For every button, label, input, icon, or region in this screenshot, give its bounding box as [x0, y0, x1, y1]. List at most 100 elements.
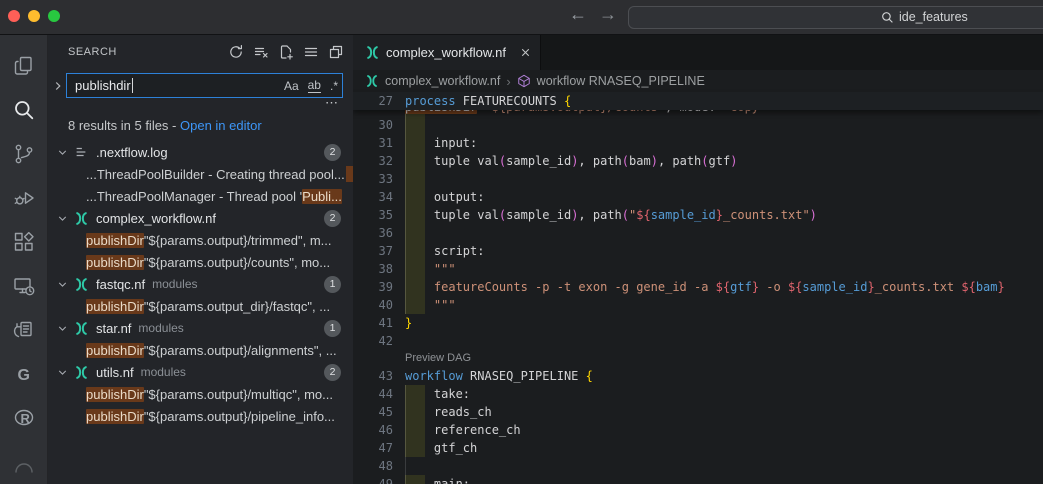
- search-result-match-row[interactable]: publishDir "${params.output_dir}/fastqc"…: [48, 295, 353, 317]
- search-result-match-row[interactable]: publishDir "${params.output}/pipeline_in…: [48, 405, 353, 427]
- code-line[interactable]: 48: [353, 457, 1043, 475]
- close-window-button[interactable]: [8, 10, 20, 22]
- code-line[interactable]: 33: [353, 170, 1043, 188]
- code-line[interactable]: 37 script:: [353, 242, 1043, 260]
- line-number[interactable]: 34: [353, 188, 393, 206]
- line-number[interactable]: 45: [353, 403, 393, 421]
- line-number[interactable]: 43: [353, 367, 393, 385]
- clear-search-results-icon[interactable]: [252, 43, 270, 61]
- command-center-search[interactable]: ide_features: [628, 6, 1043, 29]
- line-number[interactable]: 31: [353, 134, 393, 152]
- line-number[interactable]: 42: [353, 332, 393, 350]
- code-line[interactable]: 38 """: [353, 260, 1043, 278]
- code-line[interactable]: 44 take:: [353, 385, 1043, 403]
- code-line[interactable]: 39 featureCounts -p -t exon -g gene_id -…: [353, 278, 1043, 296]
- search-result-file-row[interactable]: utils.nfmodules2: [48, 361, 353, 383]
- toggle-search-details-button[interactable]: ⋯: [325, 98, 339, 112]
- tab-complex-workflow[interactable]: complex_workflow.nf: [353, 35, 541, 70]
- minimize-window-button[interactable]: [28, 10, 40, 22]
- r-language-icon[interactable]: R: [0, 396, 48, 440]
- code-line[interactable]: 42: [353, 332, 1043, 350]
- code-line[interactable]: 32 tuple val(sample_id), path(bam), path…: [353, 152, 1043, 170]
- code-line[interactable]: 49 main:: [353, 475, 1043, 484]
- view-as-list-icon[interactable]: [302, 43, 320, 61]
- line-number[interactable]: 47: [353, 439, 393, 457]
- code-line[interactable]: 45 reads_ch: [353, 403, 1043, 421]
- nextflow-icon: [74, 365, 89, 380]
- line-number[interactable]: 37: [353, 242, 393, 260]
- close-tab-icon[interactable]: [519, 46, 532, 59]
- line-number[interactable]: 40: [353, 296, 393, 314]
- history-forward-button[interactable]: →: [596, 4, 620, 25]
- breadcrumb-file[interactable]: complex_workflow.nf: [385, 74, 500, 88]
- code-editor[interactable]: 27process FEATURECOUNTS { publishDir "${…: [353, 92, 1043, 484]
- zoom-window-button[interactable]: [48, 10, 60, 22]
- search-result-file-row[interactable]: .nextflow.log2: [48, 141, 353, 163]
- line-number[interactable]: 44: [353, 385, 393, 403]
- line-number[interactable]: 35: [353, 206, 393, 224]
- results-summary: 8 results in 5 files - Open in editor: [48, 112, 353, 141]
- run-debug-icon[interactable]: [0, 176, 48, 220]
- breadcrumb-symbol[interactable]: workflow RNASEQ_PIPELINE: [537, 74, 705, 88]
- references-icon[interactable]: [0, 308, 48, 352]
- code-line[interactable]: 35 tuple val(sample_id), path("${sample_…: [353, 206, 1043, 224]
- code-line[interactable]: 36: [353, 224, 1043, 242]
- line-number[interactable]: 48: [353, 457, 393, 475]
- search-result-match-row[interactable]: ...ThreadPoolBuilder - Creating thread p…: [48, 163, 353, 185]
- code-line[interactable]: 41}: [353, 314, 1043, 332]
- search-result-file-row[interactable]: star.nfmodules1: [48, 317, 353, 339]
- toggle-replace-button[interactable]: [50, 79, 66, 93]
- codelens-preview-dag[interactable]: Preview DAG: [353, 350, 1043, 367]
- use-regex-toggle[interactable]: .*: [330, 79, 338, 93]
- file-name: fastqc.nf: [96, 277, 145, 292]
- line-number[interactable]: 39: [353, 278, 393, 296]
- search-result-match-row[interactable]: ...ThreadPoolManager - Thread pool 'Publ…: [48, 185, 353, 207]
- history-back-button[interactable]: ←: [566, 4, 590, 25]
- match-count-badge: 2: [324, 210, 341, 227]
- code-line[interactable]: 47 gtf_ch: [353, 439, 1043, 457]
- line-number[interactable]: 38: [353, 260, 393, 278]
- open-in-editor-link[interactable]: Open in editor: [180, 118, 262, 133]
- refresh-icon[interactable]: [227, 43, 245, 61]
- sticky-scroll-line[interactable]: 27process FEATURECOUNTS {: [353, 92, 1043, 110]
- account-icon[interactable]: [0, 440, 48, 484]
- nextflow-icon: [365, 45, 380, 60]
- line-number[interactable]: 41: [353, 314, 393, 332]
- chevron-down-icon[interactable]: [56, 146, 69, 159]
- search-icon: [881, 11, 894, 24]
- gitlens-icon[interactable]: G: [0, 352, 48, 396]
- extensions-icon[interactable]: [0, 220, 48, 264]
- code-line[interactable]: 40 """: [353, 296, 1043, 314]
- line-number[interactable]: 27: [353, 92, 393, 110]
- search-result-file-row[interactable]: fastqc.nfmodules1: [48, 273, 353, 295]
- chevron-down-icon[interactable]: [56, 212, 69, 225]
- line-number[interactable]: 32: [353, 152, 393, 170]
- line-number[interactable]: 49: [353, 475, 393, 484]
- search-result-match-row[interactable]: publishDir "${params.output}/multiqc", m…: [48, 383, 353, 405]
- line-number[interactable]: 46: [353, 421, 393, 439]
- search-result-file-row[interactable]: complex_workflow.nf2: [48, 207, 353, 229]
- code-line[interactable]: 46 reference_ch: [353, 421, 1043, 439]
- remote-explorer-icon[interactable]: [0, 264, 48, 308]
- chevron-down-icon[interactable]: [56, 322, 69, 335]
- match-case-toggle[interactable]: Aa: [284, 79, 299, 93]
- search-result-match-row[interactable]: publishDir "${params.output}/trimmed", m…: [48, 229, 353, 251]
- code-line[interactable]: 30: [353, 116, 1043, 134]
- search-result-match-row[interactable]: publishDir "${params.output}/alignments"…: [48, 339, 353, 361]
- chevron-down-icon[interactable]: [56, 366, 69, 379]
- line-number[interactable]: 36: [353, 224, 393, 242]
- files-icon[interactable]: [0, 44, 48, 88]
- search-icon[interactable]: [0, 88, 48, 132]
- code-line[interactable]: 34 output:: [353, 188, 1043, 206]
- new-search-editor-icon[interactable]: [277, 43, 295, 61]
- line-number[interactable]: 33: [353, 170, 393, 188]
- code-line[interactable]: 31 input:: [353, 134, 1043, 152]
- collapse-all-icon[interactable]: [327, 43, 345, 61]
- whole-word-toggle[interactable]: ab: [308, 78, 321, 93]
- search-input[interactable]: publishdir Aa ab .*: [66, 73, 343, 98]
- chevron-down-icon[interactable]: [56, 278, 69, 291]
- line-number[interactable]: 30: [353, 116, 393, 134]
- source-control-icon[interactable]: [0, 132, 48, 176]
- search-result-match-row[interactable]: publishDir "${params.output}/counts", mo…: [48, 251, 353, 273]
- code-line[interactable]: 43workflow RNASEQ_PIPELINE {: [353, 367, 1043, 385]
